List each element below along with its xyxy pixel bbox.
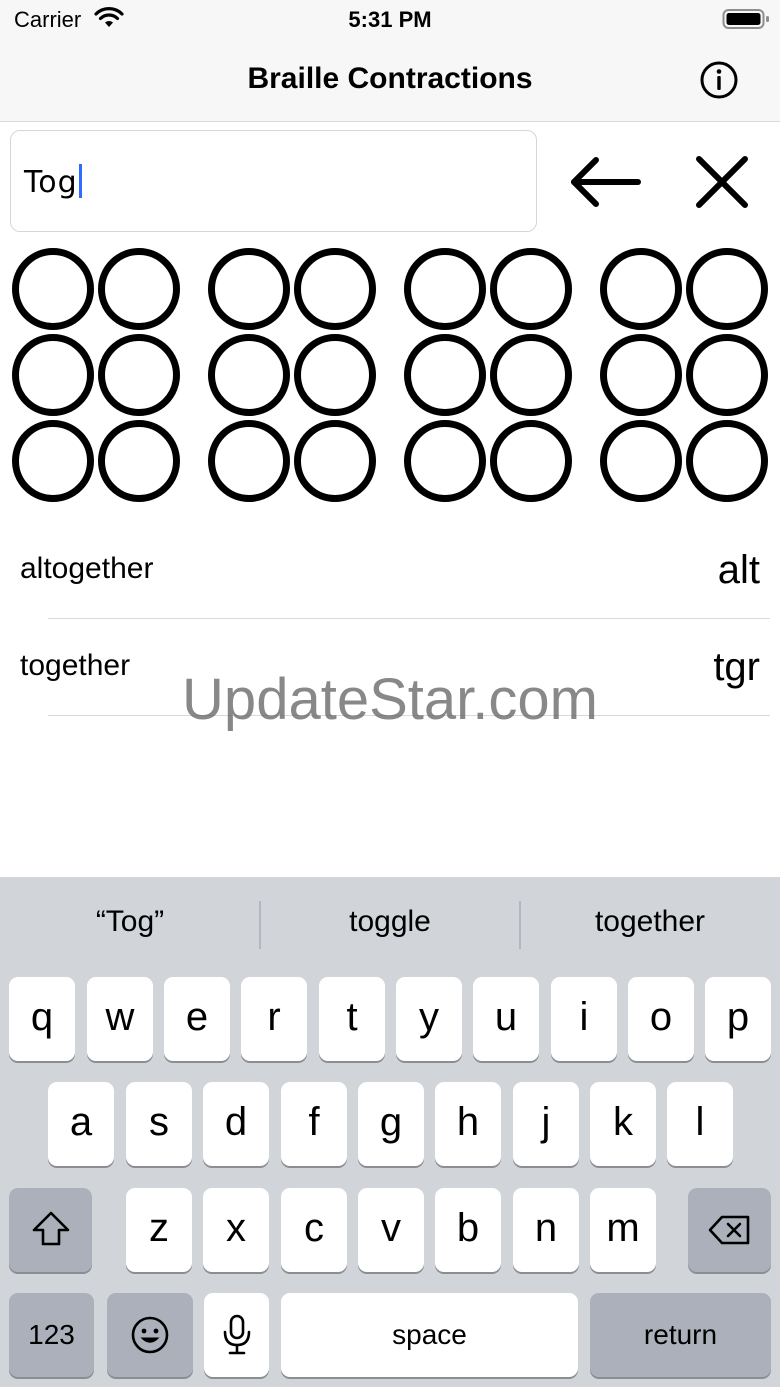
key-t[interactable]: t (319, 977, 385, 1061)
braille-dot-2[interactable] (600, 334, 682, 416)
braille-dot-5[interactable] (490, 334, 572, 416)
key-i[interactable]: i (551, 977, 617, 1061)
braille-dot-3[interactable] (208, 420, 290, 502)
result-word: altogether (20, 552, 154, 585)
info-circle-icon[interactable] (697, 58, 741, 102)
braille-cell-1 (12, 248, 182, 504)
braille-dot-4[interactable] (98, 248, 180, 330)
space-key[interactable]: space (281, 1293, 578, 1377)
braille-dot-4[interactable] (294, 248, 376, 330)
key-p[interactable]: p (705, 977, 771, 1061)
key-n[interactable]: n (513, 1188, 579, 1272)
left-arrow-icon[interactable] (568, 152, 644, 212)
shift-icon (32, 1211, 69, 1246)
braille-dot-1[interactable] (208, 248, 290, 330)
return-key[interactable]: return (590, 1293, 771, 1377)
key-m[interactable]: m (590, 1188, 656, 1272)
braille-dot-6[interactable] (490, 420, 572, 502)
braille-dot-3[interactable] (12, 420, 94, 502)
delete-icon (708, 1215, 749, 1245)
braille-dot-5[interactable] (98, 334, 180, 416)
key-o[interactable]: o (628, 977, 694, 1061)
braille-dot-3[interactable] (600, 420, 682, 502)
braille-cell-2 (208, 248, 378, 504)
key-c[interactable]: c (281, 1188, 347, 1272)
delete-key[interactable] (688, 1188, 771, 1272)
keyboard: “Tog” toggle together qwertyuiop asdfghjk… (0, 877, 780, 1387)
braille-dot-2[interactable] (208, 334, 290, 416)
key-l[interactable]: l (667, 1082, 733, 1166)
key-b[interactable]: b (435, 1188, 501, 1272)
key-u[interactable]: u (473, 977, 539, 1061)
search-input-value: Tog (24, 164, 82, 200)
key-k[interactable]: k (590, 1082, 656, 1166)
key-j[interactable]: j (513, 1082, 579, 1166)
braille-dot-4[interactable] (686, 248, 768, 330)
microphone-icon (223, 1314, 250, 1355)
key-a[interactable]: a (48, 1082, 114, 1166)
key-q[interactable]: q (9, 977, 75, 1061)
braille-dot-1[interactable] (404, 248, 486, 330)
braille-dot-2[interactable] (404, 334, 486, 416)
braille-dot-6[interactable] (294, 420, 376, 502)
text-caret (78, 164, 82, 198)
key-s[interactable]: s (126, 1082, 192, 1166)
suggestion-toggle[interactable]: toggle (260, 905, 520, 939)
braille-dot-3[interactable] (404, 420, 486, 502)
result-contraction: alt (717, 548, 760, 592)
braille-cell-3 (404, 248, 574, 504)
key-h[interactable]: h (435, 1082, 501, 1166)
emoji-key[interactable] (107, 1293, 193, 1377)
key-g[interactable]: g (358, 1082, 424, 1166)
braille-dot-6[interactable] (98, 420, 180, 502)
key-v[interactable]: v (358, 1188, 424, 1272)
key-w[interactable]: w (87, 977, 153, 1061)
key-r[interactable]: r (241, 977, 307, 1061)
suggestion-literal[interactable]: “Tog” (0, 905, 260, 939)
page-title: Braille Contractions (247, 62, 533, 95)
dictation-key[interactable] (204, 1293, 269, 1377)
braille-dot-5[interactable] (686, 334, 768, 416)
braille-dot-6[interactable] (686, 420, 768, 502)
suggestion-together[interactable]: together (520, 905, 780, 939)
braille-dot-1[interactable] (12, 248, 94, 330)
numbers-key[interactable]: 123 (9, 1293, 94, 1377)
braille-dot-5[interactable] (294, 334, 376, 416)
navigation-bar: Braille Contractions (0, 40, 780, 122)
key-f[interactable]: f (281, 1082, 347, 1166)
key-d[interactable]: d (203, 1082, 269, 1166)
braille-cell-4 (600, 248, 770, 504)
close-icon[interactable] (692, 152, 752, 212)
braille-dot-1[interactable] (600, 248, 682, 330)
emoji-icon (131, 1316, 169, 1354)
list-item[interactable]: altogether alt (0, 522, 780, 619)
search-input[interactable]: Tog (10, 130, 537, 232)
battery-icon (722, 9, 769, 29)
key-x[interactable]: x (203, 1188, 269, 1272)
key-y[interactable]: y (396, 977, 462, 1061)
braille-dot-2[interactable] (12, 334, 94, 416)
braille-dot-4[interactable] (490, 248, 572, 330)
key-e[interactable]: e (164, 977, 230, 1061)
watermark: UpdateStar.com (182, 667, 598, 732)
key-z[interactable]: z (126, 1188, 192, 1272)
clock: 5:31 PM (348, 7, 432, 32)
status-bar: Carrier 5:31 PM (0, 0, 780, 40)
braille-input-grid (0, 248, 780, 504)
suggestion-bar: “Tog” toggle together (0, 877, 780, 971)
shift-key[interactable] (9, 1188, 92, 1272)
